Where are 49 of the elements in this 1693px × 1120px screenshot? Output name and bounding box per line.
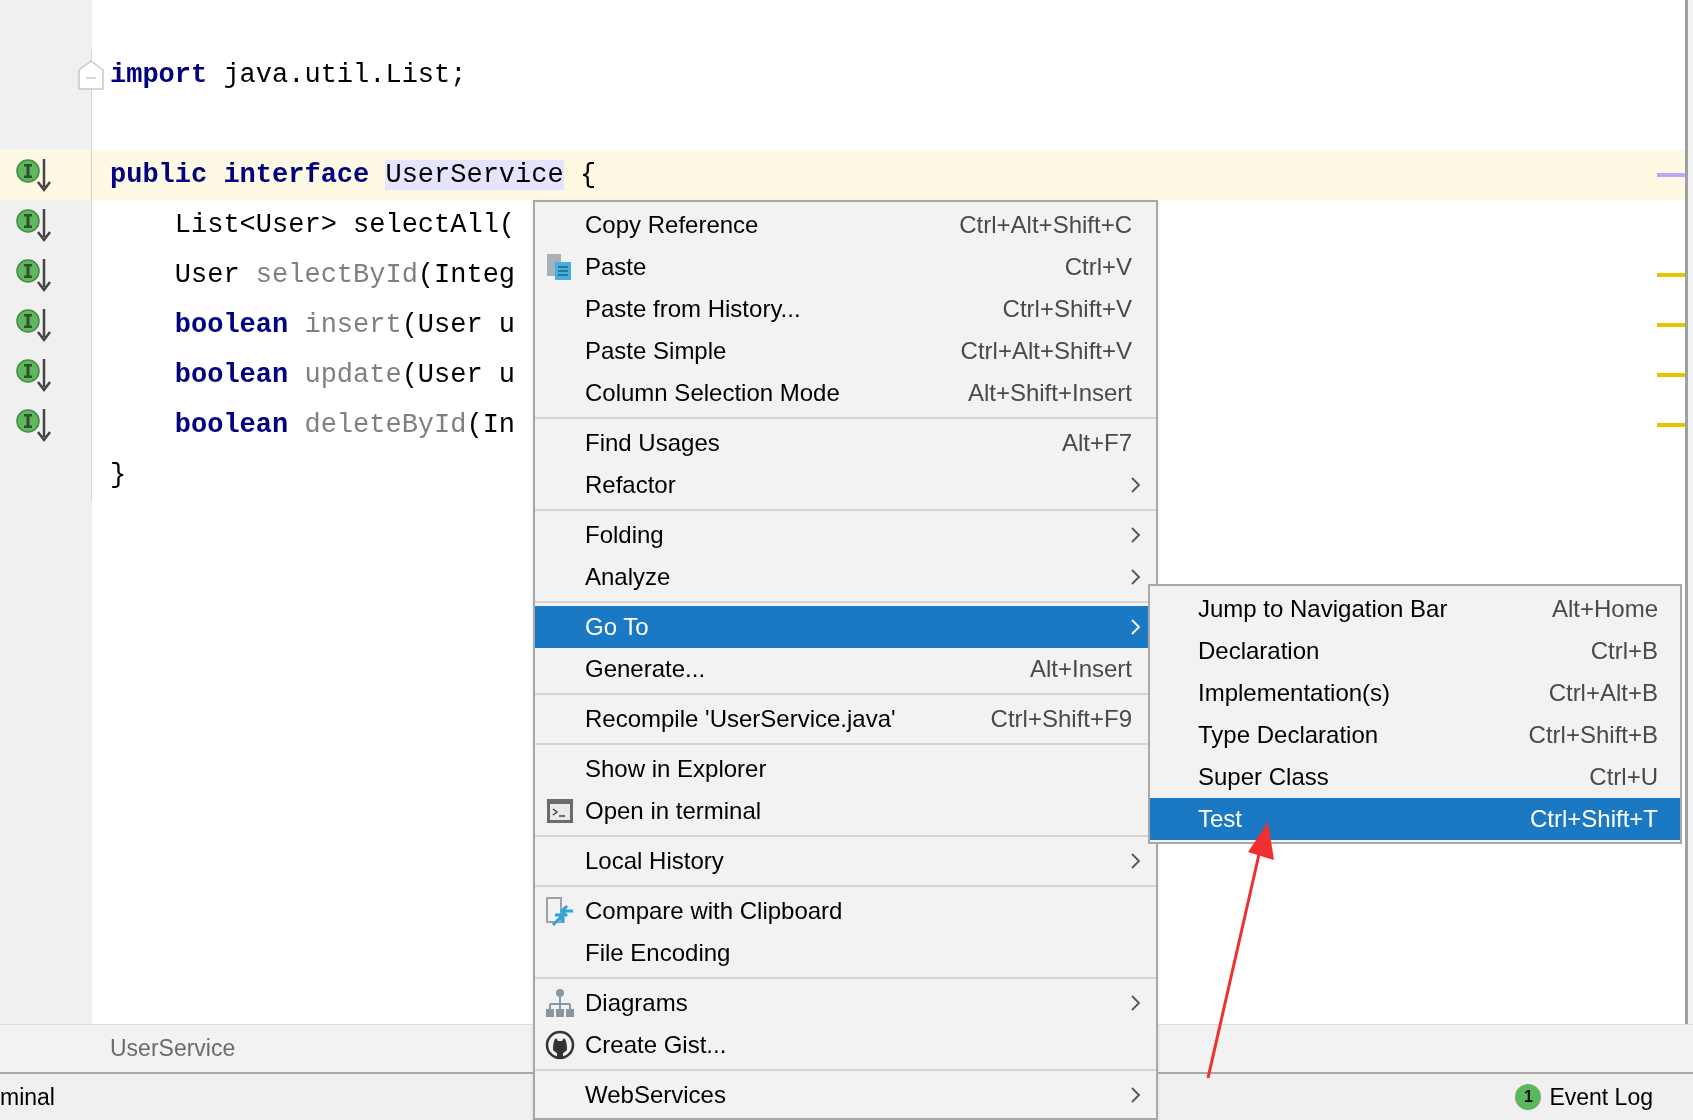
- code-line: List<User> selectAll(: [173, 209, 516, 242]
- menu-item[interactable]: Super Class Ctrl+U: [1150, 756, 1680, 798]
- menu-item[interactable]: Paste Simple Ctrl+Alt+Shift+V: [535, 330, 1156, 372]
- implements-icon[interactable]: [13, 307, 53, 343]
- menu-item[interactable]: Paste Ctrl+V: [535, 246, 1156, 288]
- menu-item[interactable]: Create Gist...: [535, 1024, 1156, 1066]
- code-line: User selectById(Integ: [173, 259, 516, 292]
- menu-item[interactable]: Column Selection Mode Alt+Shift+Insert: [535, 372, 1156, 414]
- menu-item[interactable]: Compare with Clipboard: [535, 890, 1156, 932]
- menu-item[interactable]: WebServices: [535, 1074, 1156, 1116]
- cat-icon: [545, 1030, 575, 1060]
- tool-window-tab[interactable]: minal: [0, 1079, 55, 1115]
- chevron-right-icon: [1130, 994, 1142, 1012]
- chevron-right-icon: [1130, 476, 1142, 494]
- hierarchy-icon: [545, 988, 575, 1018]
- terminal-icon: [546, 798, 574, 824]
- chevron-right-icon: [1130, 568, 1142, 586]
- code-line: public interface UserService {: [110, 159, 597, 192]
- menu-item[interactable]: Implementation(s) Ctrl+Alt+B: [1150, 672, 1680, 714]
- chevron-right-icon: [1130, 618, 1142, 636]
- menu-item[interactable]: Test Ctrl+Shift+T: [1150, 798, 1680, 840]
- menu-item[interactable]: Find Usages Alt+F7: [535, 422, 1156, 464]
- chevron-right-icon: [1130, 1086, 1142, 1104]
- menu-item[interactable]: File Encoding: [535, 932, 1156, 974]
- menu-item[interactable]: Type Declaration Ctrl+Shift+B: [1150, 714, 1680, 756]
- scrollbar-track[interactable]: [1685, 0, 1693, 1024]
- fold-marker-icon[interactable]: [78, 60, 104, 90]
- implements-icon[interactable]: [13, 357, 53, 393]
- code-line: boolean insert(User u: [173, 309, 516, 342]
- code-line: import java.util.List;: [110, 59, 467, 92]
- menu-item[interactable]: Paste from History... Ctrl+Shift+V: [535, 288, 1156, 330]
- implements-icon[interactable]: [13, 407, 53, 443]
- menu-item[interactable]: Diagrams: [535, 982, 1156, 1024]
- notification-badge: 1: [1515, 1084, 1542, 1110]
- compare-clipboard-icon: [545, 895, 575, 927]
- chevron-right-icon: [1130, 852, 1142, 870]
- menu-item[interactable]: Folding: [535, 514, 1156, 556]
- chevron-right-icon: [1130, 526, 1142, 544]
- breadcrumb-item[interactable]: UserService: [110, 1031, 236, 1066]
- implements-icon[interactable]: [13, 157, 53, 193]
- code-line: boolean update(User u: [173, 359, 516, 392]
- implements-icon[interactable]: [13, 207, 53, 243]
- menu-item[interactable]: Local History: [535, 840, 1156, 882]
- menu-item[interactable]: Copy Reference Ctrl+Alt+Shift+C: [535, 204, 1156, 246]
- code-line: }: [110, 459, 127, 492]
- implements-icon[interactable]: [13, 257, 53, 293]
- menu-item[interactable]: Refactor: [535, 464, 1156, 506]
- event-log-link[interactable]: Event Log: [1549, 1079, 1653, 1115]
- code-line: boolean deleteById(In: [173, 409, 516, 442]
